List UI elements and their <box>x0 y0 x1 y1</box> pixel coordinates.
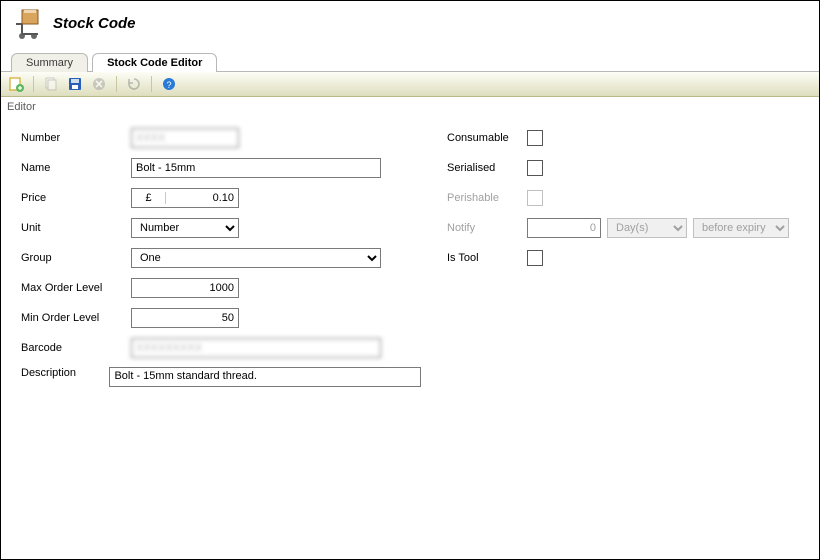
price-field: £ <box>131 188 239 208</box>
min-order-input[interactable] <box>131 308 239 328</box>
consumable-label: Consumable <box>447 132 527 144</box>
price-input[interactable] <box>166 191 238 205</box>
page-title: Stock Code <box>53 15 136 32</box>
barcode-input[interactable] <box>131 338 381 358</box>
tab-strip: Summary Stock Code Editor <box>1 49 819 72</box>
toolbar-separator <box>116 76 117 92</box>
number-input[interactable] <box>131 128 239 148</box>
currency-symbol: £ <box>132 192 166 204</box>
price-label: Price <box>21 192 131 204</box>
save-button[interactable] <box>66 75 84 93</box>
delete-button[interactable] <box>90 75 108 93</box>
notify-label: Notify <box>447 222 527 234</box>
stock-icon <box>11 5 47 41</box>
copy-button[interactable] <box>42 75 60 93</box>
group-select[interactable]: One <box>131 248 381 268</box>
toolbar: ? <box>1 72 819 97</box>
name-input[interactable] <box>131 158 381 178</box>
is-tool-label: Is Tool <box>447 252 527 264</box>
max-order-label: Max Order Level <box>21 282 131 294</box>
group-label: Group <box>21 252 131 264</box>
number-label: Number <box>21 132 131 144</box>
description-label: Description <box>21 367 109 379</box>
is-tool-checkbox[interactable] <box>527 250 543 266</box>
serialised-checkbox[interactable] <box>527 160 543 176</box>
name-label: Name <box>21 162 131 174</box>
window-header: Stock Code <box>1 1 819 43</box>
description-textarea[interactable]: Bolt - 15mm standard thread. <box>109 367 421 387</box>
unit-label: Unit <box>21 222 131 234</box>
notify-when-select: before expiry <box>693 218 789 238</box>
notify-value-input <box>527 218 601 238</box>
new-button[interactable] <box>7 75 25 93</box>
consumable-checkbox[interactable] <box>527 130 543 146</box>
editor-form: Number Name Price £ Unit Number Group On… <box>1 117 819 387</box>
perishable-label: Perishable <box>447 192 527 204</box>
serialised-label: Serialised <box>447 162 527 174</box>
svg-text:?: ? <box>166 80 171 90</box>
unit-select[interactable]: Number <box>131 218 239 238</box>
max-order-input[interactable] <box>131 278 239 298</box>
barcode-label: Barcode <box>21 342 131 354</box>
group-header: Editor <box>1 97 819 117</box>
tab-summary[interactable]: Summary <box>11 53 88 72</box>
min-order-label: Min Order Level <box>21 312 131 324</box>
notify-unit-select: Day(s) <box>607 218 687 238</box>
toolbar-separator <box>33 76 34 92</box>
toolbar-separator <box>151 76 152 92</box>
help-button[interactable]: ? <box>160 75 178 93</box>
tab-stock-code-editor[interactable]: Stock Code Editor <box>92 53 217 72</box>
perishable-checkbox <box>527 190 543 206</box>
refresh-button[interactable] <box>125 75 143 93</box>
